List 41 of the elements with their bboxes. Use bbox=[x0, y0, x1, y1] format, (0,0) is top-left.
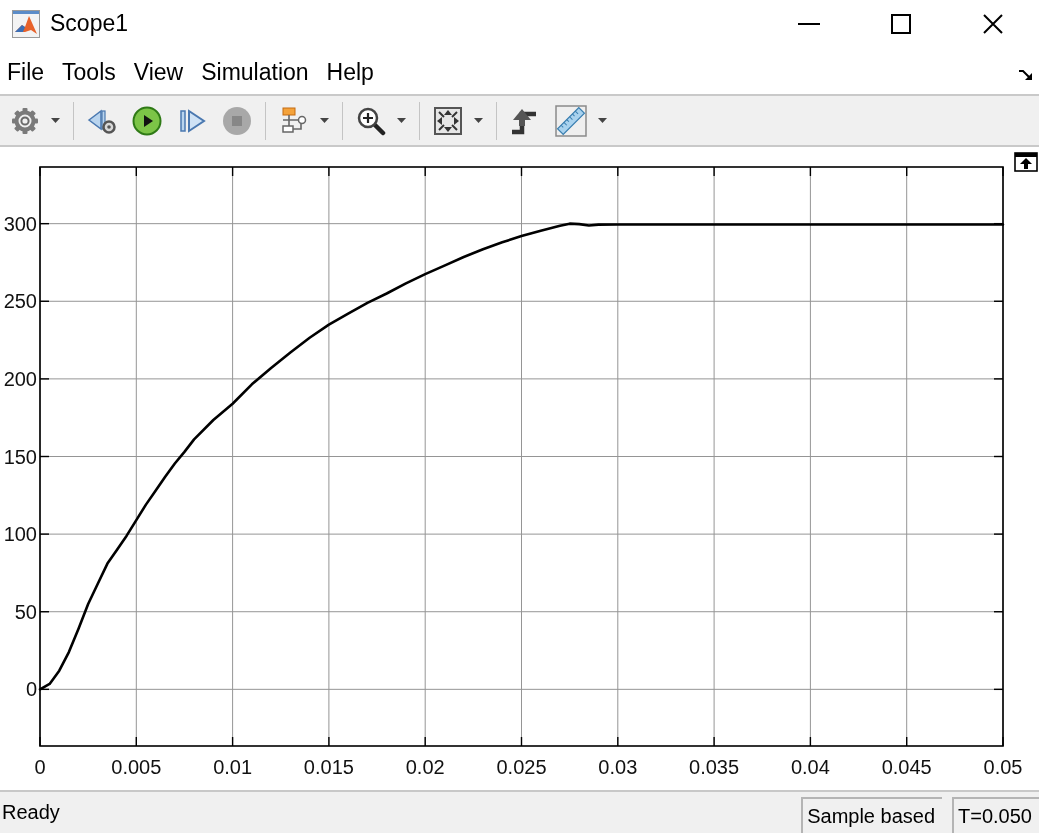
status-field: T=0.050 bbox=[952, 797, 1039, 833]
app-logo-icon bbox=[12, 9, 40, 38]
ruler-icon bbox=[555, 104, 587, 137]
zoom-in-icon bbox=[356, 105, 386, 136]
x-tick-label: 0.03 bbox=[598, 756, 638, 778]
undock-button[interactable] bbox=[1018, 68, 1033, 81]
block-diagram-icon bbox=[279, 105, 309, 136]
maximize-icon bbox=[891, 13, 911, 34]
menu-item[interactable]: Simulation bbox=[200, 59, 310, 86]
x-tick-label: 0.04 bbox=[790, 756, 830, 778]
menu-item[interactable]: Help bbox=[325, 59, 375, 86]
x-tick-label: 0.01 bbox=[213, 756, 253, 778]
close-icon bbox=[983, 13, 1003, 34]
x-tick-label: 0 bbox=[34, 756, 46, 778]
x-tick-label: 0.005 bbox=[111, 756, 162, 778]
menu-item[interactable]: View bbox=[132, 59, 185, 86]
expand-button[interactable] bbox=[1014, 152, 1038, 172]
status-field: Sample based bbox=[801, 797, 943, 833]
status-text: Ready bbox=[1, 801, 60, 824]
x-tick-label: 0.035 bbox=[689, 756, 740, 778]
y-tick-label: 0 bbox=[25, 678, 37, 701]
settings-icon bbox=[10, 105, 40, 136]
y-tick-label: 250 bbox=[3, 290, 37, 313]
y-tick-label: 100 bbox=[3, 523, 37, 546]
menu-item[interactable]: File bbox=[6, 59, 46, 86]
y-tick-label: 300 bbox=[3, 212, 37, 235]
play-icon bbox=[132, 105, 162, 136]
x-tick-label: 0.045 bbox=[881, 756, 932, 778]
arrow-icon bbox=[1018, 68, 1033, 81]
x-tick-label: 0.05 bbox=[983, 756, 1023, 778]
x-tick-label: 0.025 bbox=[496, 756, 547, 778]
stop-icon bbox=[222, 105, 252, 136]
y-tick-label: 200 bbox=[3, 367, 37, 390]
fit-arrows-icon bbox=[433, 105, 463, 136]
menu-item[interactable]: Tools bbox=[61, 59, 117, 86]
x-tick-label: 0.015 bbox=[303, 756, 354, 778]
window-title: Scope1 bbox=[50, 10, 128, 37]
y-tick-label: 150 bbox=[3, 445, 37, 468]
y-tick-label: 50 bbox=[14, 600, 37, 623]
x-tick-label: 0.02 bbox=[405, 756, 445, 778]
minimize-icon bbox=[798, 22, 820, 25]
